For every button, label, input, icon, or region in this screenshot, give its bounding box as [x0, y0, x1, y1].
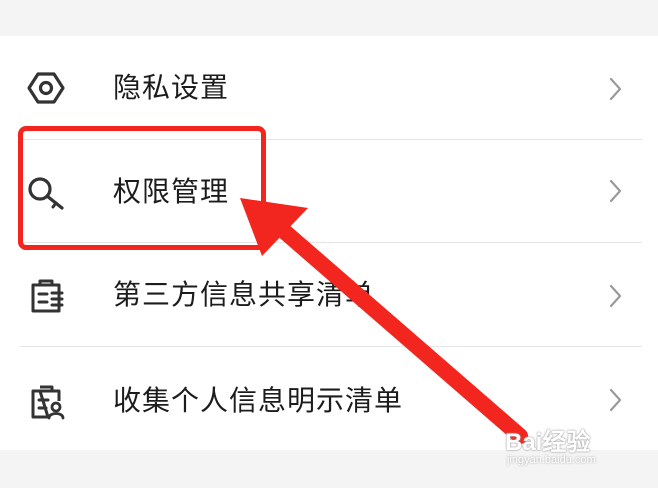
- settings-item-label: 隐私设置: [113, 71, 230, 104]
- chevron-right-icon: [605, 178, 625, 204]
- chevron-right-icon: [605, 76, 625, 102]
- settings-item-third-party-sharing[interactable]: 第三方信息共享清单: [0, 243, 658, 346]
- settings-item-label: 第三方信息共享清单: [113, 278, 375, 311]
- clipboard-person-icon: [26, 381, 66, 421]
- baidu-jingyan-watermark: Bai经验 jingyan.baidu.com: [505, 418, 645, 478]
- settings-item-label: 收集个人信息明示清单: [113, 384, 404, 417]
- watermark-logo: Bai经验: [505, 429, 591, 456]
- chevron-right-icon: [605, 387, 625, 413]
- privacy-gear-icon: [26, 68, 66, 108]
- highlight-box: [18, 126, 266, 250]
- screen: 隐私设置 权限管理 第三方信息共享清单 收集个人信息明示清单 Bai经验 jin…: [0, 0, 658, 488]
- clipboard-share-icon: [26, 275, 66, 315]
- watermark-url: jingyan.baidu.com: [507, 454, 596, 466]
- chevron-right-icon: [605, 283, 625, 309]
- settings-item-privacy[interactable]: 隐私设置: [0, 36, 658, 139]
